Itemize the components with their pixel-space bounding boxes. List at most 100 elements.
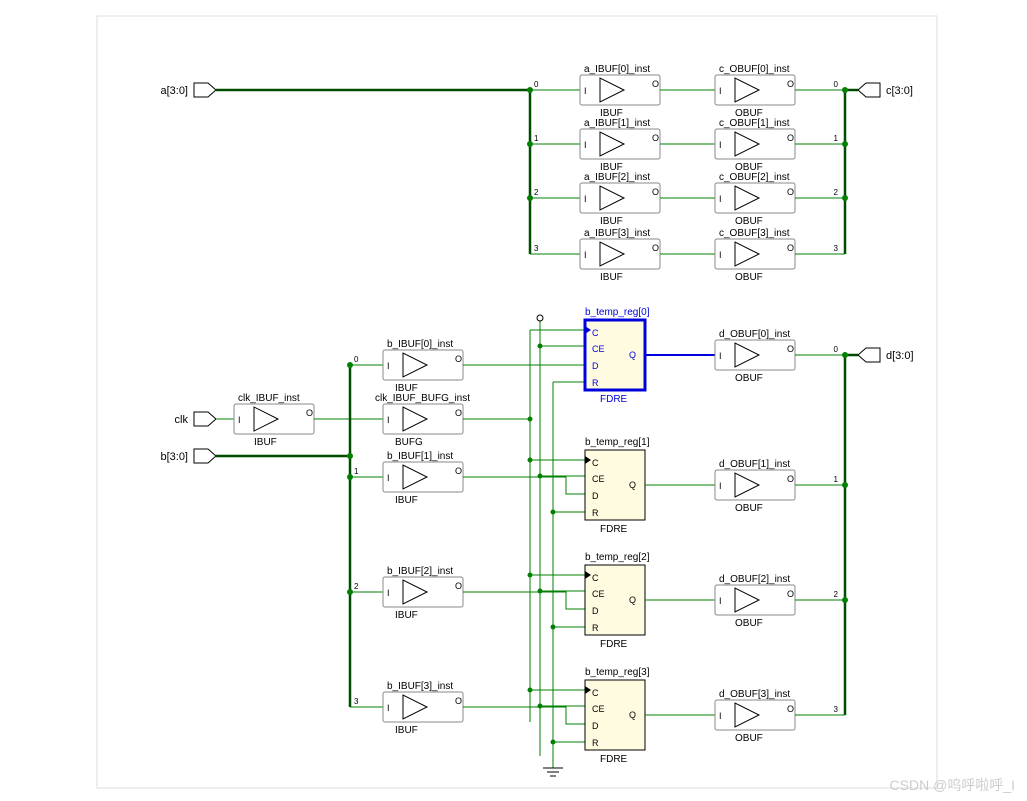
svg-text:a_IBUF[2]_inst: a_IBUF[2]_inst <box>584 172 650 183</box>
svg-text:I: I <box>387 473 390 483</box>
svg-text:O: O <box>455 581 462 591</box>
wire-d3 <box>463 707 585 724</box>
svg-text:c_OBUF[3]_inst: c_OBUF[3]_inst <box>719 228 790 239</box>
svg-text:I: I <box>387 361 390 371</box>
svg-text:I: I <box>719 140 722 150</box>
svg-text:R: R <box>592 623 599 633</box>
svg-text:O: O <box>787 79 794 89</box>
buffer-clk-bufg[interactable] <box>403 407 427 431</box>
buffer-c-obuf-1[interactable] <box>735 132 759 156</box>
svg-text:0: 0 <box>534 80 539 89</box>
svg-text:O: O <box>787 704 794 714</box>
svg-text:0: 0 <box>354 355 359 364</box>
buffer-b-ibuf-0[interactable] <box>403 353 427 377</box>
buffer-clk-ibuf[interactable] <box>254 407 278 431</box>
port-c[interactable] <box>858 83 880 97</box>
row-d-obuf-0: I O d_OBUF[0]_inst OBUF 0 <box>645 329 845 384</box>
svg-text:I: I <box>584 86 587 96</box>
svg-text:2: 2 <box>834 188 839 197</box>
port-b-label: b[3:0] <box>160 451 188 463</box>
svg-text:b_temp_reg[0]: b_temp_reg[0] <box>585 307 650 318</box>
svg-text:I: I <box>719 596 722 606</box>
svg-text:O: O <box>652 79 659 89</box>
svg-text:O: O <box>455 696 462 706</box>
svg-text:I: I <box>719 86 722 96</box>
row-b-ibuf-0: 0 I O b_IBUF[0]_inst IBUF <box>350 339 463 394</box>
svg-text:c_OBUF[0]_inst: c_OBUF[0]_inst <box>719 64 790 75</box>
svg-text:D: D <box>592 606 599 616</box>
svg-text:3: 3 <box>834 705 839 714</box>
watermark: CSDN @呜呼啦呼_I <box>890 777 1015 793</box>
svg-text:OBUF: OBUF <box>735 373 763 384</box>
svg-text:Q: Q <box>629 480 636 490</box>
buffer-c-obuf-2[interactable] <box>735 186 759 210</box>
port-c-label: c[3:0] <box>886 85 913 97</box>
buffer-c-obuf-0[interactable] <box>735 78 759 102</box>
svg-text:Q: Q <box>629 710 636 720</box>
svg-text:O: O <box>787 344 794 354</box>
schematic-canvas: a[3:0] c[3:0] 0 I O a_IBUF[0]_inst IBUF … <box>0 0 1027 801</box>
svg-text:I: I <box>584 250 587 260</box>
buffer-a-ibuf-0[interactable] <box>600 78 624 102</box>
svg-text:O: O <box>787 133 794 143</box>
buffer-d-obuf-2[interactable] <box>735 588 759 612</box>
svg-text:O: O <box>787 474 794 484</box>
fdre-3[interactable]: b_temp_reg[3] C CE D R Q FDRE <box>585 667 650 765</box>
svg-text:OBUF: OBUF <box>735 733 763 744</box>
svg-text:O: O <box>652 243 659 253</box>
svg-text:a_IBUF[1]_inst: a_IBUF[1]_inst <box>584 118 650 129</box>
svg-text:C: C <box>592 458 599 468</box>
svg-text:0: 0 <box>834 345 839 354</box>
svg-text:CE: CE <box>592 474 605 484</box>
svg-text:OBUF: OBUF <box>735 503 763 514</box>
svg-text:2: 2 <box>834 590 839 599</box>
port-clk[interactable] <box>194 412 216 426</box>
svg-text:O: O <box>652 133 659 143</box>
fdre-0[interactable]: b_temp_reg[0] C CE D R Q FDRE <box>585 307 650 405</box>
port-clk-label: clk <box>175 414 189 426</box>
fdre-2[interactable]: b_temp_reg[2] C CE D R Q FDRE <box>585 552 650 650</box>
svg-text:IBUF: IBUF <box>395 610 418 621</box>
svg-text:I: I <box>238 415 241 425</box>
buffer-a-ibuf-1[interactable] <box>600 132 624 156</box>
svg-text:O: O <box>652 187 659 197</box>
buffer-b-ibuf-3[interactable] <box>403 695 427 719</box>
buffer-c-obuf-3[interactable] <box>735 242 759 266</box>
row-a2: 2 I O a_IBUF[2]_inst IBUF I O c_OBUF[2]_… <box>530 172 845 227</box>
buffer-d-obuf-3[interactable] <box>735 703 759 727</box>
svg-text:C: C <box>592 328 599 338</box>
fdre-1[interactable]: b_temp_reg[1] C CE D R Q FDRE <box>585 437 650 535</box>
buffer-d-obuf-1[interactable] <box>735 473 759 497</box>
svg-text:Q: Q <box>629 595 636 605</box>
svg-text:FDRE: FDRE <box>600 639 628 650</box>
svg-text:a_IBUF[3]_inst: a_IBUF[3]_inst <box>584 228 650 239</box>
svg-text:O: O <box>306 408 313 418</box>
port-b[interactable] <box>194 449 216 463</box>
buffer-b-ibuf-2[interactable] <box>403 580 427 604</box>
buffer-a-ibuf-2[interactable] <box>600 186 624 210</box>
port-d[interactable] <box>858 348 880 362</box>
svg-text:I: I <box>387 703 390 713</box>
svg-text:D: D <box>592 361 599 371</box>
svg-text:I: I <box>719 351 722 361</box>
wire-d1 <box>463 477 585 494</box>
buffer-b-ibuf-1[interactable] <box>403 465 427 489</box>
svg-text:OBUF: OBUF <box>735 272 763 283</box>
svg-text:IBUF: IBUF <box>395 495 418 506</box>
buffer-a-ibuf-3[interactable] <box>600 242 624 266</box>
svg-text:I: I <box>387 588 390 598</box>
svg-text:I: I <box>387 415 390 425</box>
svg-text:CE: CE <box>592 589 605 599</box>
svg-text:O: O <box>455 408 462 418</box>
svg-text:OBUF: OBUF <box>735 618 763 629</box>
svg-text:FDRE: FDRE <box>600 754 628 765</box>
buffer-d-obuf-0[interactable] <box>735 343 759 367</box>
port-a[interactable] <box>194 83 216 97</box>
svg-text:1: 1 <box>354 467 359 476</box>
svg-text:I: I <box>584 140 587 150</box>
svg-text:CE: CE <box>592 704 605 714</box>
svg-text:b_IBUF[0]_inst: b_IBUF[0]_inst <box>387 339 453 350</box>
svg-text:b_IBUF[1]_inst: b_IBUF[1]_inst <box>387 451 453 462</box>
svg-text:clk_IBUF_inst: clk_IBUF_inst <box>238 393 300 404</box>
svg-text:C: C <box>592 573 599 583</box>
